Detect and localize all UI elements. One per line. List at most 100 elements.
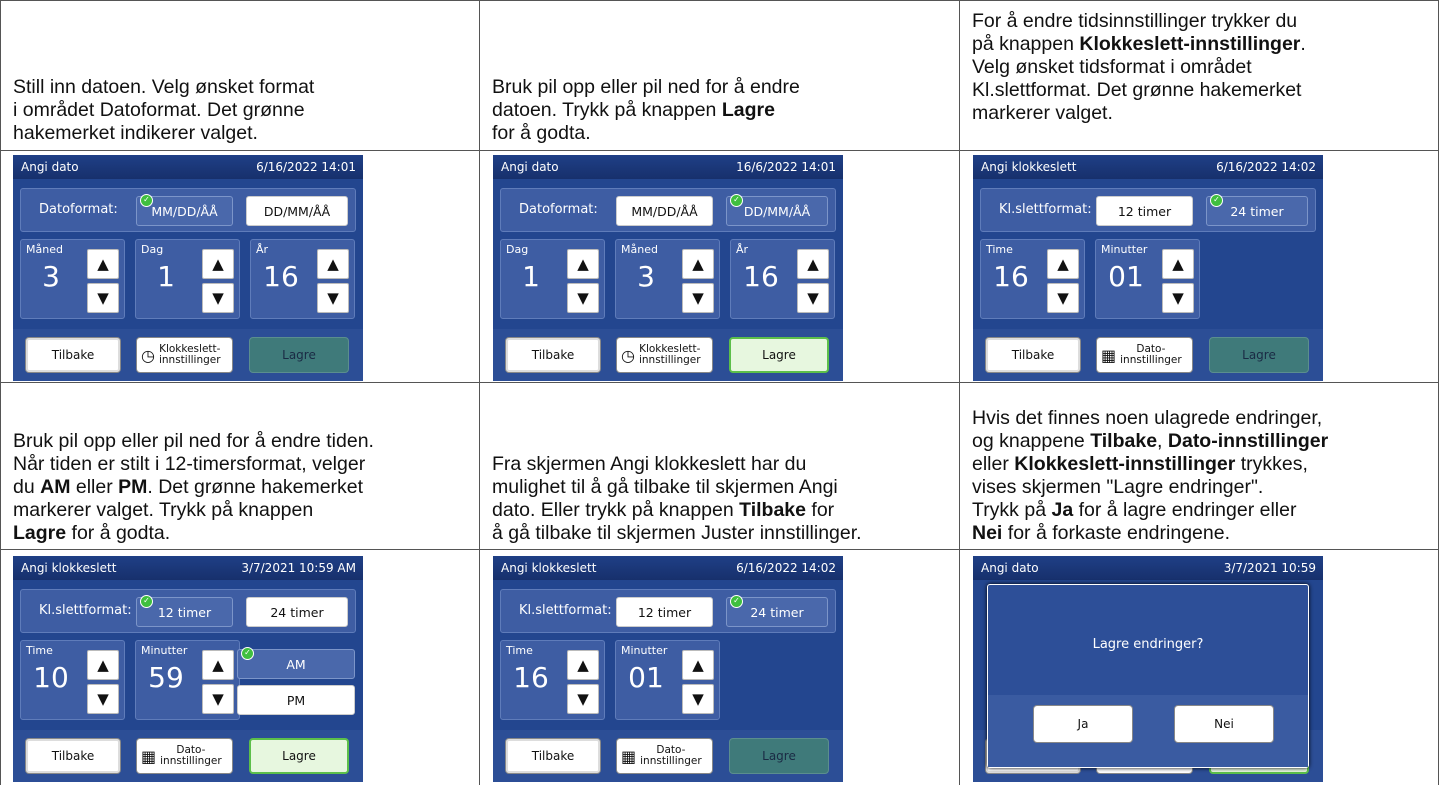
screen-header: Angi klokkeslett 3/7/2021 10:59 AM [13,556,363,580]
caption-line: Trykk på Ja for å lagre endringer eller [972,499,1328,522]
save-button[interactable]: Lagre [729,337,829,373]
time-format-label: Kl.slettformat: [999,202,1092,217]
format-option-12h[interactable]: 12 timer [616,597,713,627]
back-button[interactable]: Tilbake [985,337,1081,373]
save-button[interactable]: Lagre [1209,337,1309,373]
save-button[interactable]: Lagre [249,738,349,774]
arrow-down-icon[interactable]: ▼ [682,684,714,714]
format-option-12h[interactable]: 12 timer [1096,196,1193,226]
time-format-panel: Kl.slettformat: ✓ 12 timer 24 timer [20,589,356,633]
format-option-mmddyy[interactable]: ✓ MM/DD/ÅÅ [136,194,233,226]
caption-line: og knappene Tilbake, Dato-innstillinger [972,430,1328,453]
format-option-mmddyy[interactable]: MM/DD/ÅÅ [616,196,713,226]
save-button[interactable]: Lagre [249,337,349,373]
field-day: Dag 1 ▲ ▼ [135,239,240,319]
caption-date-change: Bruk pil opp eller pil ned for å endre d… [492,76,800,145]
arrow-up-icon[interactable]: ▲ [682,249,714,279]
arrow-down-icon[interactable]: ▼ [567,684,599,714]
field-label: Minutter [1101,243,1148,256]
back-button[interactable]: Tilbake [505,738,601,774]
arrow-up-icon[interactable]: ▲ [87,249,119,279]
arrow-up-icon[interactable]: ▲ [87,650,119,680]
arrow-up-icon[interactable]: ▲ [797,249,829,279]
check-icon: ✓ [241,647,254,660]
format-option-24h[interactable]: 24 timer [246,597,348,627]
format-option-ddmmyy[interactable]: ✓ DD/MM/ÅÅ [726,194,828,226]
caption-text: for å lagre endringer eller [1073,499,1297,521]
arrow-down-icon[interactable]: ▼ [202,283,234,313]
arrow-down-icon[interactable]: ▼ [797,283,829,313]
arrow-down-icon[interactable]: ▼ [1162,283,1194,313]
screen-save-changes: Angi dato 3/7/2021 10:59 ◷ innstillinger… [973,556,1323,782]
caption-line: Bruk pil opp eller pil ned for å endre t… [13,430,374,452]
arrow-down-icon[interactable]: ▼ [87,283,119,313]
caption-bold: AM [40,476,71,498]
caption-bold: Klokkeslett-innstillinger [1014,453,1236,475]
field-label: År [256,243,269,256]
arrow-up-icon[interactable]: ▲ [1162,249,1194,279]
date-settings-button[interactable]: ▦ Dato-innstillinger [136,738,233,774]
date-settings-button[interactable]: ▦ Dato-innstillinger [1096,337,1193,373]
yes-button[interactable]: Ja [1033,705,1133,743]
back-button[interactable]: Tilbake [25,738,121,774]
arrow-down-icon[interactable]: ▼ [1047,283,1079,313]
screen-title: Angi klokkeslett [981,160,1077,174]
caption-time-change: Bruk pil opp eller pil ned for å endre t… [13,430,374,545]
table-row-divider [0,549,1439,550]
caption-text: for å forkaste endringene. [1002,522,1230,544]
date-settings-button[interactable]: ▦ Dato-innstillinger [616,738,713,774]
field-hour: Time 10 ▲ ▼ [20,640,125,720]
save-button[interactable]: Lagre [729,738,829,774]
arrow-down-icon[interactable]: ▼ [202,684,234,714]
caption-navigation: Fra skjermen Angi klokkeslett har du mul… [492,453,862,545]
screen-datetime: 3/7/2021 10:59 [1223,561,1316,575]
date-format-panel: Datoformat: ✓ MM/DD/ÅÅ DD/MM/ÅÅ [20,188,356,232]
button-label-line: innstillinger [1120,354,1182,366]
arrow-up-icon[interactable]: ▲ [202,249,234,279]
screen-title: Angi dato [21,160,79,174]
caption-bold: PM [118,476,148,498]
arrow-down-icon[interactable]: ▼ [682,283,714,313]
am-option[interactable]: ✓ AM [237,647,355,679]
caption-line: mulighet til å gå tilbake til skjermen A… [492,476,838,498]
field-hour: Time 16 ▲ ▼ [980,239,1085,319]
pm-option[interactable]: PM [237,685,355,715]
screen-header: Angi dato 3/7/2021 10:59 [973,556,1323,580]
caption-bold: Tilbake [739,499,806,521]
format-option-24h[interactable]: ✓ 24 timer [726,595,828,627]
format-option-12h[interactable]: ✓ 12 timer [136,595,233,627]
no-button[interactable]: Nei [1174,705,1274,743]
arrow-up-icon[interactable]: ▲ [1047,249,1079,279]
arrow-up-icon[interactable]: ▲ [317,249,349,279]
date-format-panel: Datoformat: MM/DD/ÅÅ ✓ DD/MM/ÅÅ [500,188,836,232]
format-option-ddmmyy[interactable]: DD/MM/ÅÅ [246,196,348,226]
arrow-up-icon[interactable]: ▲ [202,650,234,680]
arrow-up-icon[interactable]: ▲ [682,650,714,680]
field-value: 1 [522,260,540,293]
arrow-up-icon[interactable]: ▲ [567,650,599,680]
caption-bold: Lagre [13,522,67,544]
time-settings-button[interactable]: ◷ Klokkeslett-innstillinger [136,337,233,373]
table-border-left [0,0,1,785]
arrow-down-icon[interactable]: ▼ [567,283,599,313]
field-label: Time [26,644,53,657]
field-year: År 16 ▲ ▼ [730,239,835,319]
screen-datetime: 6/16/2022 14:02 [736,561,836,575]
calendar-icon: ▦ [141,746,157,766]
arrow-down-icon[interactable]: ▼ [317,283,349,313]
caption-date-format: Still inn datoen. Velg ønsket format i o… [13,76,314,145]
button-label: Klokkeslett-innstillinger [159,344,221,366]
time-format-panel: Kl.slettformat: 12 timer ✓ 24 timer [500,589,836,633]
field-value: 3 [637,260,655,293]
back-button[interactable]: Tilbake [505,337,601,373]
screen-datetime: 16/6/2022 14:01 [736,160,836,174]
button-label: Klokkeslett-innstillinger [639,344,701,366]
time-settings-button[interactable]: ◷ Klokkeslett-innstillinger [616,337,713,373]
caption-text: , [1157,430,1168,452]
caption-line: Når tiden er stilt i 12-timersformat, ve… [13,453,366,475]
back-button[interactable]: Tilbake [25,337,121,373]
arrow-down-icon[interactable]: ▼ [87,684,119,714]
format-option-24h[interactable]: ✓ 24 timer [1206,194,1308,226]
arrow-up-icon[interactable]: ▲ [567,249,599,279]
screen-header: Angi dato 6/16/2022 14:01 [13,155,363,179]
